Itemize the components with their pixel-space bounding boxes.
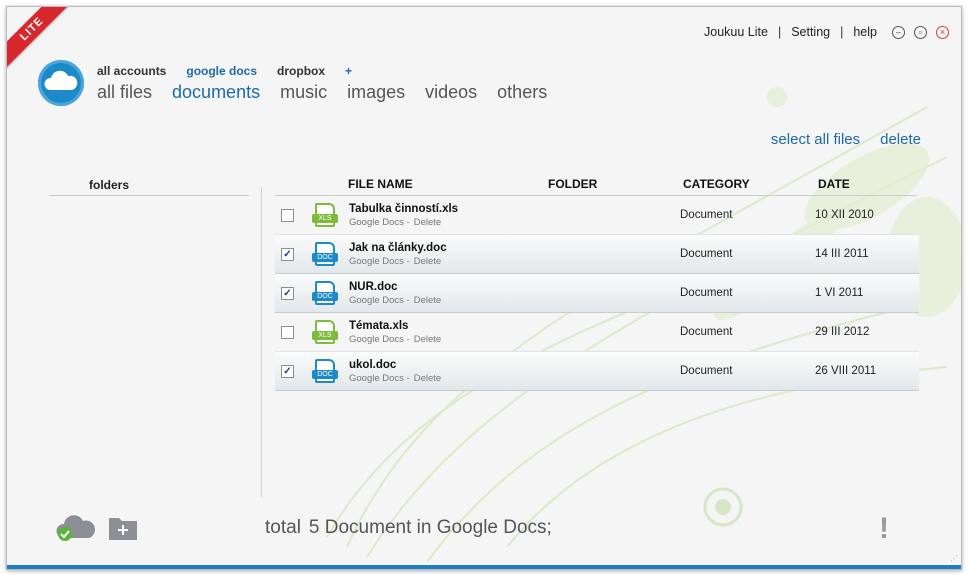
file-date: 14 III 2011 xyxy=(815,248,869,260)
category-tabs: all files documents music images videos … xyxy=(97,82,547,103)
folders-heading: folders xyxy=(49,178,249,196)
account-tab-google-docs[interactable]: google docs xyxy=(186,64,257,78)
delete-link[interactable]: delete xyxy=(880,131,921,148)
delete-file-link[interactable]: Delete xyxy=(414,373,441,384)
file-source: Google Docs - Delete xyxy=(349,217,442,228)
file-date: 1 VI 2011 xyxy=(815,287,864,299)
tab-all-files[interactable]: all files xyxy=(97,82,152,103)
file-type-icon: DOC xyxy=(312,242,338,266)
delete-file-link[interactable]: Delete xyxy=(414,295,441,306)
file-category: Document xyxy=(680,326,733,338)
minimize-icon[interactable]: – xyxy=(892,25,905,39)
file-row[interactable]: XLS Tabulka činností.xls Google Docs - De… xyxy=(275,196,919,235)
file-name[interactable]: Tabulka činností.xls xyxy=(349,203,458,215)
add-folder-icon[interactable] xyxy=(107,512,139,547)
file-actions: select all files delete xyxy=(771,131,921,148)
file-list: XLS Tabulka činností.xls Google Docs - De… xyxy=(275,196,919,391)
help-link[interactable]: help xyxy=(853,25,877,39)
file-type-label: DOC xyxy=(312,292,338,301)
resize-grip-icon[interactable]: ⋰ xyxy=(950,554,958,563)
delete-file-link[interactable]: Delete xyxy=(414,334,441,345)
setting-link[interactable]: Setting xyxy=(791,25,830,39)
file-source: Google Docs - Delete xyxy=(349,295,442,306)
col-date[interactable]: DATE xyxy=(818,177,850,191)
row-checkbox[interactable]: ✓ xyxy=(281,287,294,300)
cloud-icon xyxy=(38,60,84,106)
separator: | xyxy=(840,25,844,39)
file-source: Google Docs - Delete xyxy=(349,256,442,267)
file-row[interactable]: ✓ DOC Jak na články.doc Google Docs - Del… xyxy=(275,235,919,274)
account-tab-dropbox[interactable]: dropbox xyxy=(277,64,325,78)
close-icon[interactable]: × xyxy=(936,25,949,39)
col-file-name[interactable]: FILE NAME xyxy=(348,177,413,191)
file-type-icon: XLS xyxy=(312,320,338,344)
file-type-label: DOC xyxy=(312,253,338,262)
col-folder[interactable]: FOLDER xyxy=(548,177,597,191)
tab-others[interactable]: others xyxy=(497,82,547,103)
file-name[interactable]: ukol.doc xyxy=(349,359,396,371)
row-checkbox[interactable] xyxy=(281,326,294,339)
file-category: Document xyxy=(680,365,733,377)
file-date: 29 III 2012 xyxy=(815,326,870,338)
file-type-icon: XLS xyxy=(312,203,338,227)
file-category: Document xyxy=(680,209,733,221)
file-row[interactable]: ✓ DOC ukol.doc Google Docs - Delete Docum… xyxy=(275,352,919,391)
file-type-label: DOC xyxy=(312,370,338,379)
tab-music[interactable]: music xyxy=(280,82,327,103)
total-label: total xyxy=(265,517,301,538)
maximize-icon[interactable]: ▫ xyxy=(914,25,927,39)
file-category: Document xyxy=(680,248,733,260)
delete-file-link[interactable]: Delete xyxy=(414,217,441,228)
file-type-icon: DOC xyxy=(312,281,338,305)
file-type-label: XLS xyxy=(312,214,338,223)
file-source: Google Docs - Delete xyxy=(349,373,442,384)
file-source: Google Docs - Delete xyxy=(349,334,442,345)
col-category[interactable]: CATEGORY xyxy=(683,177,750,191)
file-type-label: XLS xyxy=(312,331,338,340)
bottom-accent-bar xyxy=(7,565,961,569)
app-name: Joukuu Lite xyxy=(704,25,768,39)
row-checkbox[interactable]: ✓ xyxy=(281,365,294,378)
row-checkbox[interactable] xyxy=(281,209,294,222)
file-name[interactable]: Témata.xls xyxy=(349,320,408,332)
file-name[interactable]: NUR.doc xyxy=(349,281,398,293)
title-bar: Joukuu Lite | Setting | help – ▫ × xyxy=(704,23,949,41)
app-window: LITE Joukuu Lite | Setting | help – ▫ × … xyxy=(6,6,962,570)
file-category: Document xyxy=(680,287,733,299)
cloud-sync-icon[interactable] xyxy=(55,512,97,547)
total-value: 5 Document in Google Docs; xyxy=(308,517,552,538)
file-date: 26 VIII 2011 xyxy=(815,365,877,377)
file-row[interactable]: XLS Témata.xls Google Docs - Delete Docum… xyxy=(275,313,919,352)
tab-videos[interactable]: videos xyxy=(425,82,477,103)
select-all-files-link[interactable]: select all files xyxy=(771,131,860,148)
total-summary: total 5 Document in Google Docs; xyxy=(265,517,552,539)
tab-documents[interactable]: documents xyxy=(172,82,260,103)
account-tab-all[interactable]: all accounts xyxy=(97,64,166,78)
tab-images[interactable]: images xyxy=(347,82,405,103)
separator: | xyxy=(777,25,782,39)
row-checkbox[interactable]: ✓ xyxy=(281,248,294,261)
file-date: 10 XII 2010 xyxy=(815,209,874,221)
alert-icon[interactable]: ! xyxy=(879,512,889,546)
account-tabs: all accounts google docs dropbox + xyxy=(97,64,352,78)
table-header: FILE NAME FOLDER CATEGORY DATE xyxy=(275,177,917,196)
file-type-icon: DOC xyxy=(312,359,338,383)
sidebar-divider xyxy=(261,187,262,497)
add-account-button[interactable]: + xyxy=(345,64,352,78)
delete-file-link[interactable]: Delete xyxy=(414,256,441,267)
file-name[interactable]: Jak na články.doc xyxy=(349,242,447,254)
file-row[interactable]: ✓ DOC NUR.doc Google Docs - Delete Docume… xyxy=(275,274,919,313)
